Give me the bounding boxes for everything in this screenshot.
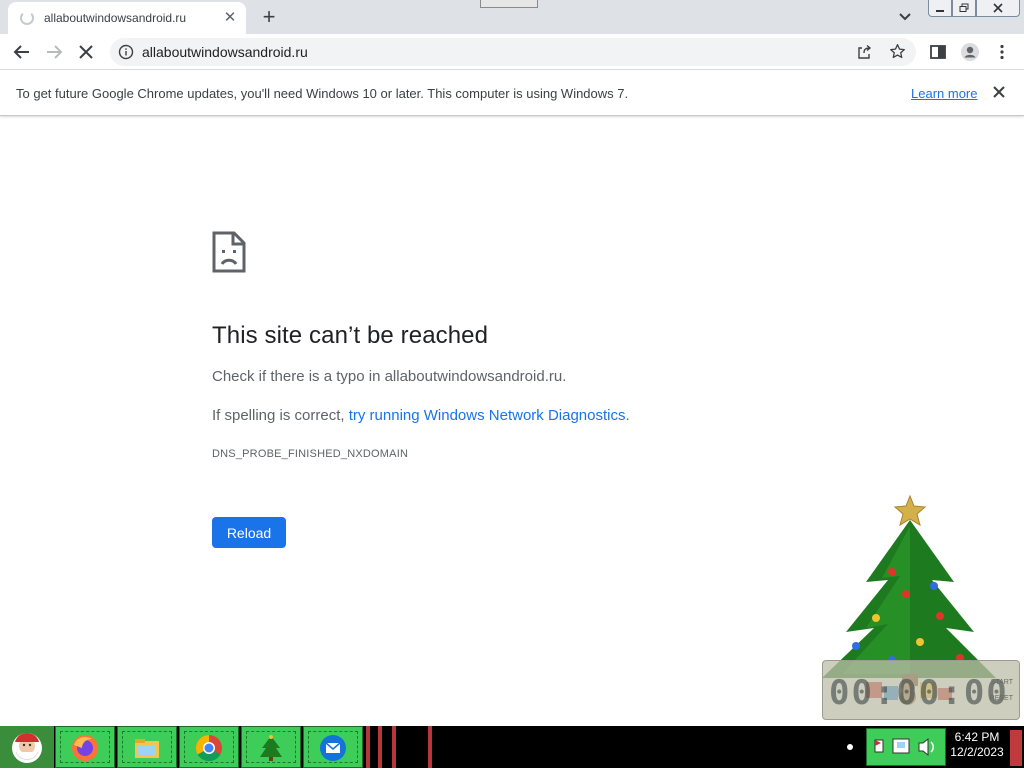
tray-icons <box>874 737 934 757</box>
sad-page-icon <box>212 231 246 273</box>
restore-button[interactable] <box>952 0 976 17</box>
taskbar-file-explorer[interactable] <box>117 726 177 768</box>
thunderbird-icon <box>320 735 346 761</box>
reset-label[interactable]: RESET <box>990 695 1013 702</box>
taskbar-christmas-tree[interactable] <box>241 726 301 768</box>
infobar-close-icon[interactable] <box>990 83 1008 101</box>
forward-arrow-icon[interactable] <box>44 42 64 62</box>
tab-close-icon[interactable]: ✕ <box>222 10 238 26</box>
show-desktop-button[interactable] <box>1010 730 1022 766</box>
chrome-icon <box>195 734 222 762</box>
side-panel-icon[interactable] <box>928 42 948 62</box>
reload-button[interactable]: Reload <box>212 517 286 548</box>
taskbar-divider <box>392 726 396 768</box>
taskbar-thunderbird[interactable] <box>303 726 363 768</box>
loading-spinner-icon <box>20 11 34 25</box>
start-santa-icon <box>12 733 42 763</box>
stopwatch-digits: 00:00:00 <box>829 673 1009 713</box>
profile-avatar-icon[interactable] <box>960 42 980 62</box>
taskbar-divider <box>366 726 370 768</box>
close-window-button[interactable] <box>976 0 1020 17</box>
new-tab-button[interactable]: + <box>256 6 282 28</box>
tab-active[interactable]: allaboutwindowsandroid.ru ✕ <box>8 2 246 34</box>
tab-search-chevron-icon[interactable] <box>896 8 914 26</box>
christmas-tree-icon <box>260 735 282 761</box>
taskbar-firefox[interactable] <box>55 726 115 768</box>
firefox-icon <box>72 735 98 761</box>
minimize-button[interactable] <box>928 0 952 17</box>
menu-kebab-icon[interactable] <box>992 42 1012 62</box>
system-tray[interactable] <box>866 728 946 766</box>
taskbar-clock[interactable]: 6:42 PM 12/2/2023 <box>948 730 1006 760</box>
file-explorer-icon <box>135 739 159 758</box>
tray-overflow-indicator[interactable] <box>847 744 853 750</box>
clock-date: 12/2/2023 <box>950 745 1004 759</box>
tab-strip: allaboutwindowsandroid.ru ✕ + <box>0 0 1024 34</box>
start-label[interactable]: START <box>991 679 1013 686</box>
minimize-icon <box>936 10 944 12</box>
error-code: DNS_PROBE_FINISHED_NXDOMAIN <box>212 448 409 460</box>
taskbar-divider <box>428 726 432 768</box>
back-arrow-icon[interactable] <box>12 42 32 62</box>
update-infobar: To get future Google Chrome updates, you… <box>0 70 1024 116</box>
infobar-message: To get future Google Chrome updates, you… <box>16 86 629 101</box>
url-text[interactable]: allaboutwindowsandroid.ru <box>142 44 308 60</box>
site-info-icon[interactable] <box>118 44 134 60</box>
diagnostics-suffix: . <box>625 407 630 424</box>
window-grip[interactable] <box>480 0 538 8</box>
restore-icon <box>959 3 969 12</box>
stop-loading-icon[interactable] <box>76 42 96 62</box>
clock-time: 6:42 PM <box>954 730 1000 744</box>
close-icon <box>993 3 1003 13</box>
error-title: This site can’t be reached <box>212 322 489 349</box>
address-bar[interactable]: allaboutwindowsandroid.ru <box>110 38 916 66</box>
start-button[interactable] <box>0 726 54 768</box>
taskbar-chrome[interactable] <box>179 726 239 768</box>
bookmark-star-icon[interactable] <box>889 43 906 60</box>
stopwatch-gadget[interactable]: 00:00:00 START RESET <box>822 660 1020 720</box>
error-diagnostics-hint: If spelling is correct, try running Wind… <box>212 407 630 425</box>
learn-more-link[interactable]: Learn more <box>911 86 977 101</box>
browser-toolbar: allaboutwindowsandroid.ru <box>0 34 1024 70</box>
error-typo-hint: Check if there is a typo in allaboutwind… <box>212 368 567 385</box>
tab-title: allaboutwindowsandroid.ru <box>44 11 187 25</box>
taskbar-divider <box>378 726 382 768</box>
diagnostics-prefix: If spelling is correct, <box>212 407 349 424</box>
network-diagnostics-link[interactable]: try running Windows Network Diagnostics <box>349 407 626 424</box>
share-icon[interactable] <box>856 44 872 60</box>
